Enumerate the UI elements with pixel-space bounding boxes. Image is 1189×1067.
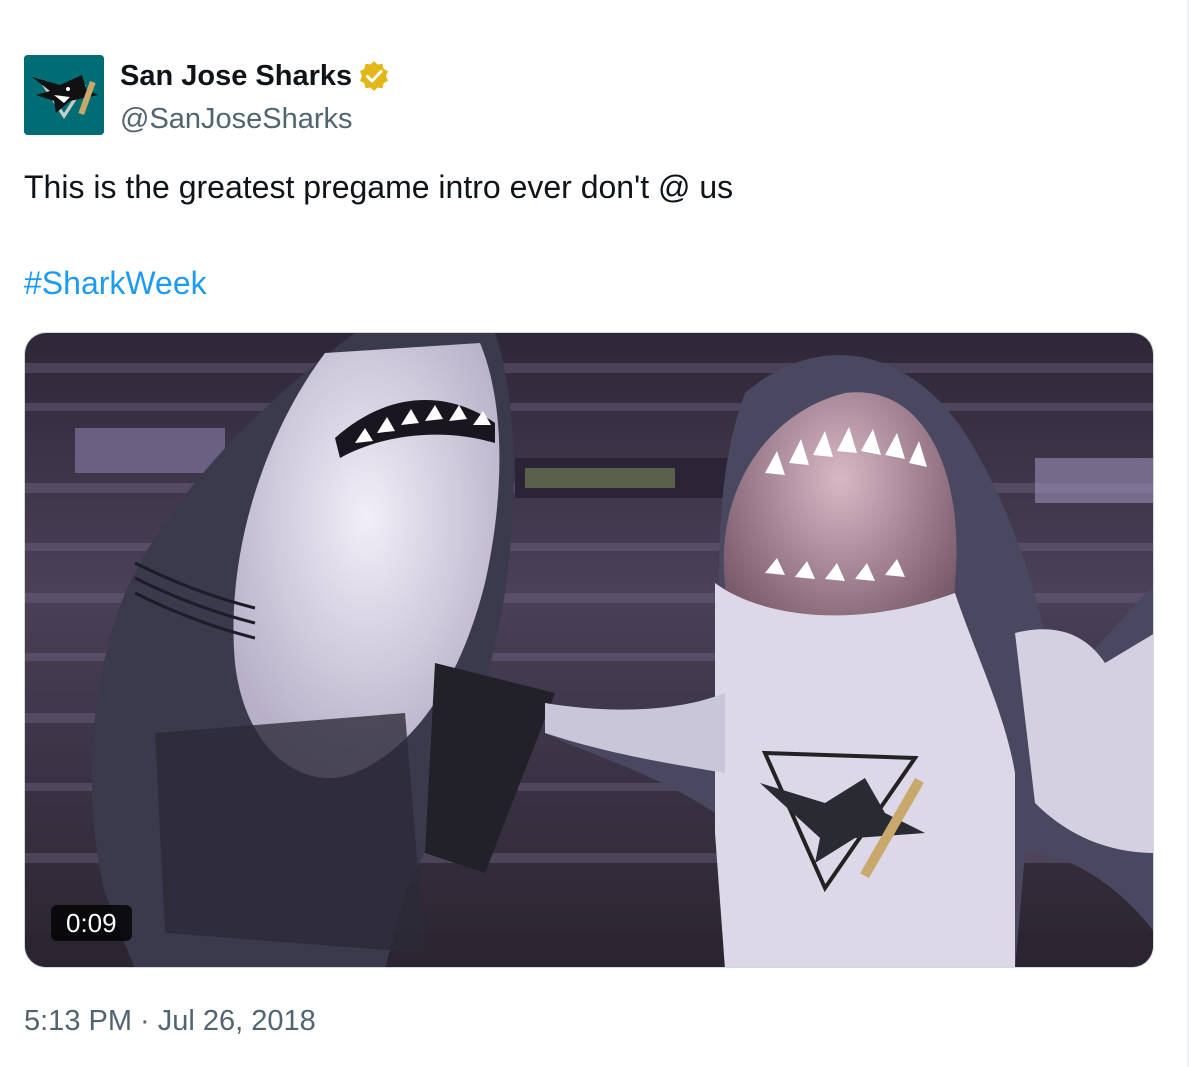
tweet-timestamp[interactable]: 5:13 PM · Jul 26, 2018 — [24, 1003, 316, 1039]
video-thumbnail — [25, 333, 1153, 967]
avatar[interactable] — [24, 55, 104, 135]
sharks-logo-icon — [24, 55, 104, 135]
hashtag-link[interactable]: #SharkWeek — [24, 262, 207, 304]
video-duration-badge: 0:09 — [51, 905, 132, 941]
verified-badge-icon — [358, 60, 390, 92]
video-player[interactable]: 0:09 — [24, 332, 1154, 968]
tweet-text: This is the greatest pregame intro ever … — [24, 169, 734, 205]
author-handle[interactable]: @SanJoseSharks — [120, 101, 390, 137]
tweet-header: San Jose Sharks @SanJoseSharks — [24, 55, 390, 137]
author-display-name[interactable]: San Jose Sharks — [120, 58, 352, 94]
